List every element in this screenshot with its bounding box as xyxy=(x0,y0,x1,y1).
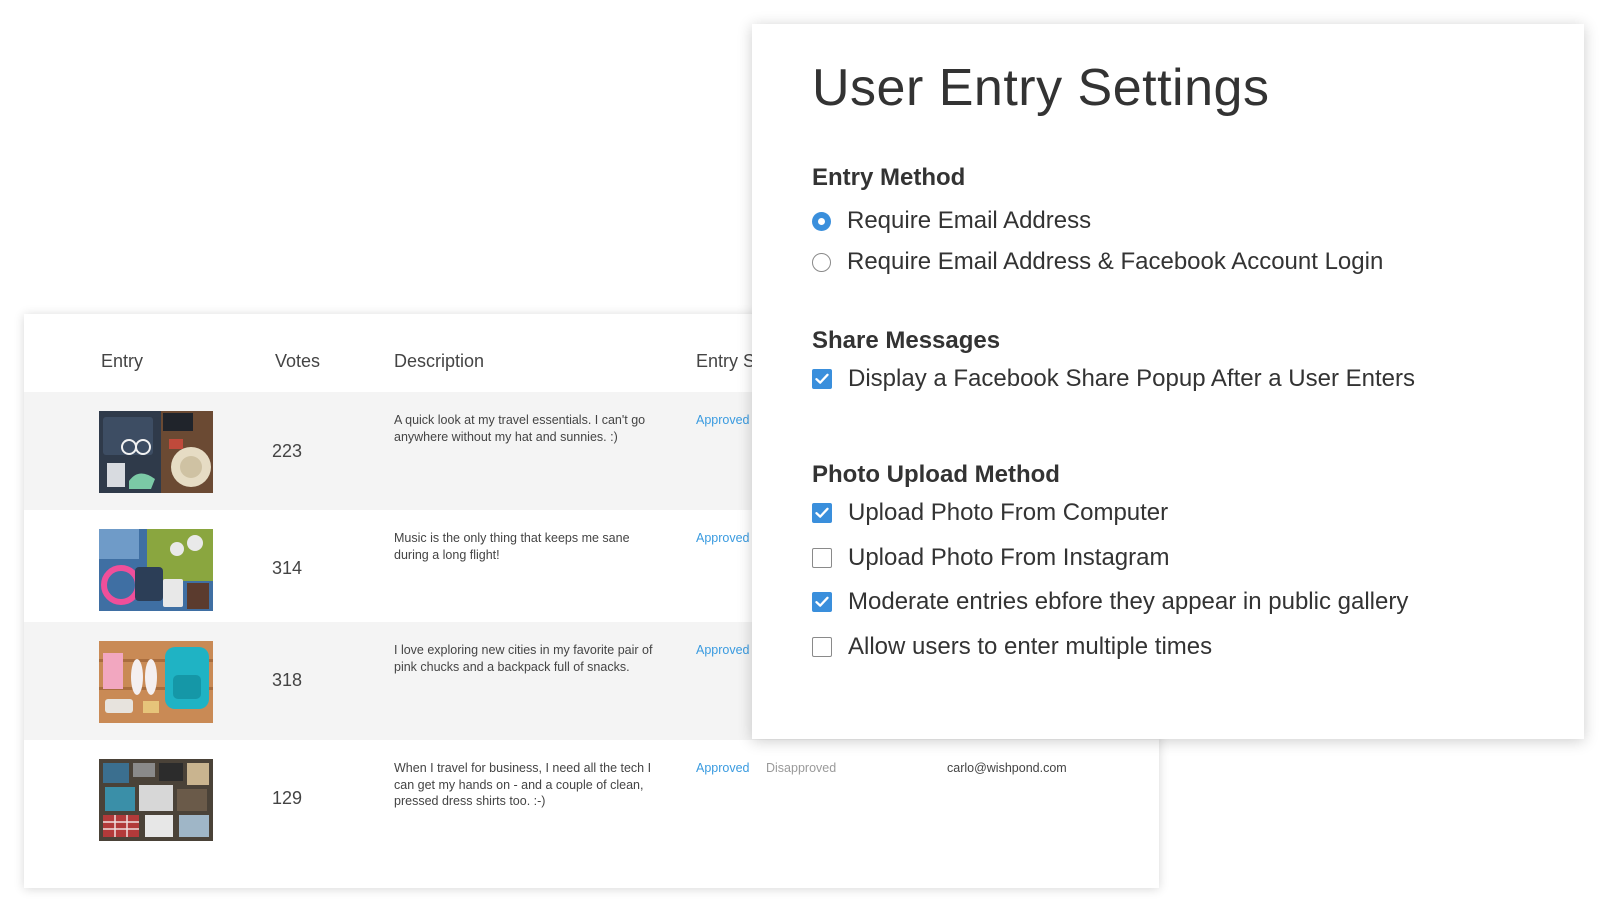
column-header-entry-status[interactable]: Entry S xyxy=(696,351,755,372)
option-label: Upload Photo From Computer xyxy=(848,499,1169,526)
radio-selected-icon[interactable] xyxy=(812,211,831,231)
page-title: User Entry Settings xyxy=(812,59,1270,117)
entry-description: A quick look at my travel essentials. I … xyxy=(394,413,646,444)
share-messages-heading: Share Messages xyxy=(812,327,1001,354)
column-header-entry[interactable]: Entry xyxy=(101,351,143,372)
headphones-travel-photo[interactable] xyxy=(99,529,213,611)
checkbox-unchecked-icon[interactable] xyxy=(812,637,832,657)
option-label: Require Email Address & Facebook Account… xyxy=(847,248,1384,275)
entry-description: Music is the only thing that keeps me sa… xyxy=(394,531,630,562)
entry-method-heading: Entry Method xyxy=(812,164,966,191)
option-label: Upload Photo From Instagram xyxy=(848,544,1170,571)
photo-upload-method-heading: Photo Upload Method xyxy=(812,461,1060,488)
disapprove-link[interactable]: Disapproved xyxy=(766,761,836,775)
vote-count: 129 xyxy=(272,788,303,808)
entry-description: I love exploring new cities in my favori… xyxy=(394,643,653,674)
option-label: Allow users to enter multiple times xyxy=(848,633,1213,660)
entry-description: When I travel for business, I need all t… xyxy=(394,761,652,808)
radio-require-email-facebook[interactable]: Require Email Address & Facebook Account… xyxy=(812,248,1383,276)
checkbox-checked-icon[interactable] xyxy=(812,592,832,612)
vote-count: 223 xyxy=(272,441,303,461)
checkbox-upload-from-instagram[interactable]: Upload Photo From Instagram xyxy=(812,544,1169,572)
option-label: Display a Facebook Share Popup After a U… xyxy=(848,365,1415,392)
checkbox-upload-from-computer[interactable]: Upload Photo From Computer xyxy=(812,499,1168,527)
radio-require-email[interactable]: Require Email Address xyxy=(812,207,1091,235)
approve-link[interactable]: Approved xyxy=(696,413,750,427)
column-header-description[interactable]: Description xyxy=(394,351,484,372)
backpack-sneakers-photo[interactable] xyxy=(99,641,213,723)
checkbox-moderate-entries[interactable]: Moderate entries ebfore they appear in p… xyxy=(812,588,1408,616)
travel-essentials-photo[interactable] xyxy=(99,411,213,493)
table-row: 129 When I travel for business, I need a… xyxy=(24,740,1159,858)
radio-unselected-icon[interactable] xyxy=(812,252,831,272)
vote-count: 318 xyxy=(272,670,303,690)
option-label: Require Email Address xyxy=(847,207,1092,234)
column-header-votes[interactable]: Votes xyxy=(275,351,320,372)
checkbox-allow-multiple-entries[interactable]: Allow users to enter multiple times xyxy=(812,633,1212,661)
user-entry-settings-panel: User Entry Settings Entry Method Require… xyxy=(752,24,1584,739)
business-travel-photo[interactable] xyxy=(99,759,213,841)
option-label: Moderate entries ebfore they appear in p… xyxy=(848,588,1409,615)
checkbox-checked-icon[interactable] xyxy=(812,369,832,389)
approve-link[interactable]: Approved xyxy=(696,643,750,657)
checkbox-facebook-share-popup[interactable]: Display a Facebook Share Popup After a U… xyxy=(812,365,1415,393)
approve-link[interactable]: Approved xyxy=(696,531,750,545)
checkbox-unchecked-icon[interactable] xyxy=(812,548,832,568)
checkbox-checked-icon[interactable] xyxy=(812,503,832,523)
entrant-email: carlo@wishpond.com xyxy=(947,761,1067,775)
approve-link[interactable]: Approved xyxy=(696,761,750,775)
vote-count: 314 xyxy=(272,558,303,578)
